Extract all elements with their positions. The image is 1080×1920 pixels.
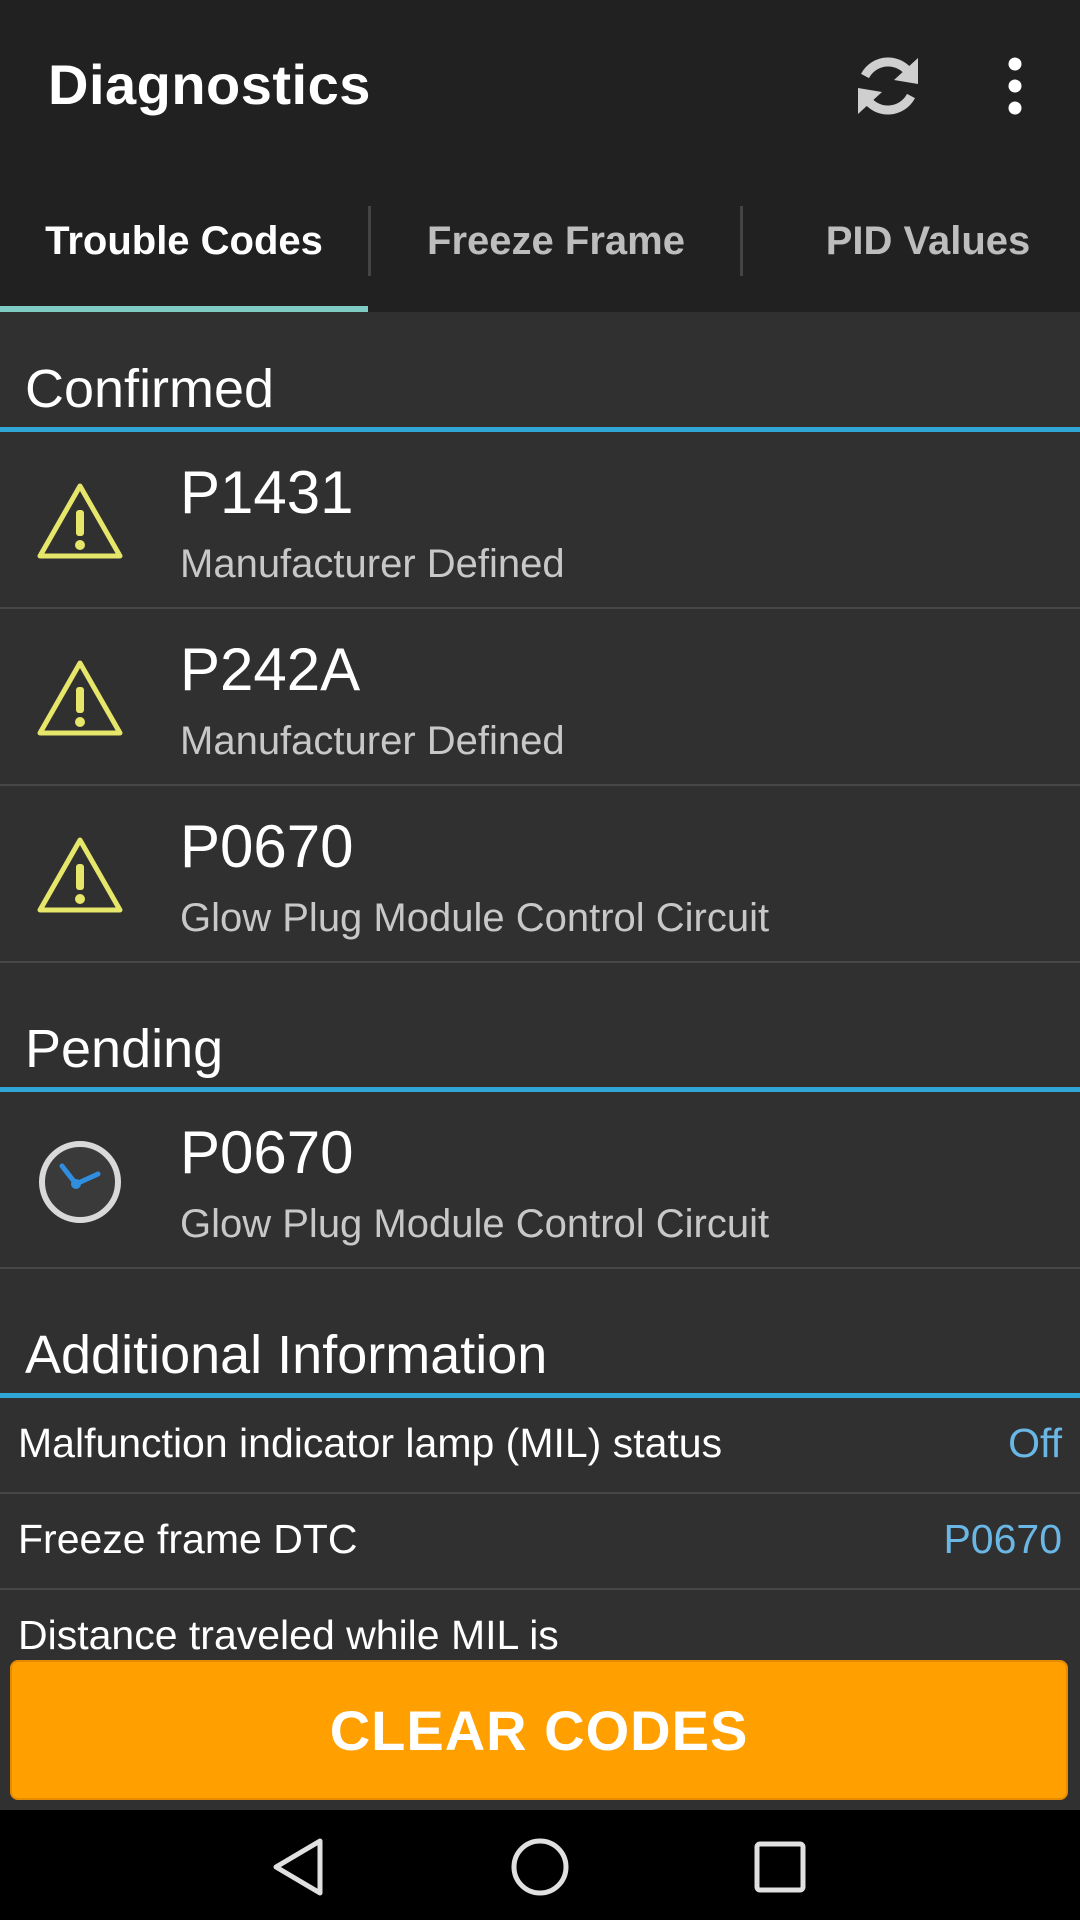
app-root: Diagnostics Trouble Codes Freeze Frame P…: [0, 0, 1080, 1920]
tab-pid-values[interactable]: PID Values: [744, 170, 1080, 312]
info-row-mil-status: Malfunction indicator lamp (MIL) status …: [0, 1398, 1080, 1494]
tab-divider: [368, 206, 371, 276]
info-label: Freeze frame DTC: [18, 1516, 358, 1562]
clear-codes-button[interactable]: CLEAR CODES: [10, 1660, 1068, 1800]
dtc-description: Manufacturer Defined: [180, 542, 565, 586]
info-row-distance-mil: Distance traveled while MIL is: [0, 1590, 1080, 1657]
section-title: Additional Information: [25, 1325, 548, 1385]
warning-icon: [37, 837, 123, 913]
action-bar: CLEAR CODES: [0, 1657, 1080, 1810]
trouble-codes-list[interactable]: Confirmed P1431 Manufacturer Defined P24…: [0, 312, 1080, 1657]
dtc-code: P1431: [180, 459, 354, 526]
dtc-row[interactable]: P242A Manufacturer Defined: [0, 609, 1080, 786]
section-title: Pending: [25, 1019, 224, 1079]
tab-divider: [740, 206, 743, 276]
dtc-row[interactable]: P0670 Glow Plug Module Control Circuit: [0, 1092, 1080, 1269]
dtc-code: P242A: [180, 636, 361, 703]
dtc-code: P0670: [180, 1119, 354, 1186]
warning-icon: [37, 660, 123, 736]
dtc-row[interactable]: P0670 Glow Plug Module Control Circuit: [0, 786, 1080, 963]
page-title: Diagnostics: [48, 53, 371, 116]
dtc-description: Manufacturer Defined: [180, 719, 565, 763]
toolbar: Diagnostics: [0, 0, 1080, 170]
section-header-confirmed: Confirmed: [0, 312, 1080, 432]
section-header-pending: Pending: [0, 972, 1080, 1092]
dtc-description: Glow Plug Module Control Circuit: [180, 896, 770, 940]
tab-trouble-codes[interactable]: Trouble Codes: [0, 170, 368, 312]
refresh-icon[interactable]: [848, 46, 928, 126]
section-header-additional-information: Additional Information: [0, 1278, 1080, 1398]
dtc-description: Glow Plug Module Control Circuit: [180, 1202, 770, 1246]
back-icon[interactable]: [268, 1835, 332, 1899]
info-label: Distance traveled while MIL is: [18, 1612, 559, 1657]
home-icon[interactable]: [508, 1835, 572, 1899]
info-row-freeze-frame-dtc: Freeze frame DTC P0670: [0, 1494, 1080, 1590]
info-value: P0670: [943, 1516, 1062, 1562]
tab-freeze-frame[interactable]: Freeze Frame: [372, 170, 740, 312]
clock-icon: [39, 1141, 121, 1223]
system-navigation-bar: [0, 1810, 1080, 1920]
recents-icon[interactable]: [748, 1835, 812, 1899]
dtc-row[interactable]: P1431 Manufacturer Defined: [0, 432, 1080, 609]
tab-bar: Trouble Codes Freeze Frame PID Values: [0, 170, 1080, 312]
overflow-menu-icon[interactable]: [990, 56, 1040, 116]
warning-icon: [37, 483, 123, 559]
info-label: Malfunction indicator lamp (MIL) status: [18, 1420, 723, 1466]
section-title: Confirmed: [25, 359, 275, 419]
info-value: Off: [1008, 1420, 1062, 1466]
dtc-code: P0670: [180, 813, 354, 880]
